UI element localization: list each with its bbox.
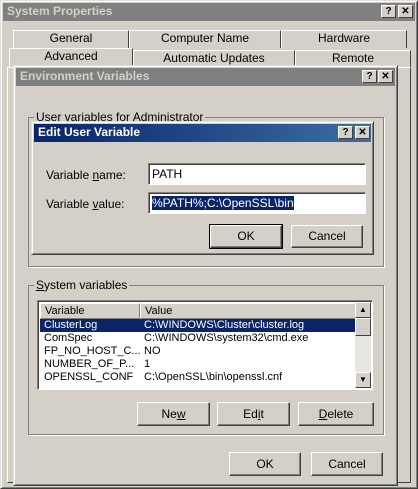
row-variable: ClusterLog [44, 319, 98, 331]
column-header-variable[interactable]: Variable [40, 303, 140, 319]
env-help-button[interactable]: ? [362, 70, 377, 83]
env-cancel-button[interactable]: Cancel [311, 452, 383, 476]
row-value: 1 [144, 358, 151, 370]
system-properties-title: System Properties [7, 4, 113, 18]
variable-value-input[interactable]: %PATH%;C:\OpenSSL\bin [148, 192, 366, 214]
env-ok-button[interactable]: OK [229, 452, 301, 476]
help-button[interactable]: ? [381, 5, 396, 18]
tab-computer-name[interactable]: Computer Name [129, 30, 281, 48]
delete-button[interactable]: Delete [298, 402, 374, 426]
row-value: C:\WINDOWS\system32\cmd.exe [144, 332, 309, 344]
edit-close-button[interactable]: ✕ [355, 126, 370, 139]
variable-value-label: Variable value: [46, 197, 125, 211]
env-vars-title: Environment Variables [20, 69, 150, 83]
variable-name-input[interactable]: PATH [148, 163, 366, 185]
table-row[interactable]: NUMBER_OF_P... 1 [40, 358, 356, 371]
edit-button[interactable]: Edit [217, 402, 290, 426]
edit-cancel-button[interactable]: Cancel [291, 225, 363, 248]
tab-general[interactable]: General [13, 30, 129, 48]
row-variable: ComSpec [44, 332, 93, 344]
system-variables-list[interactable]: Variable Value ClusterLog C:\WINDOWS\Clu… [37, 300, 373, 390]
env-vars-titlebar[interactable]: Environment Variables ? ✕ [16, 68, 395, 86]
table-row[interactable]: ComSpec C:\WINDOWS\system32\cmd.exe [40, 332, 356, 345]
row-variable: OPENSSL_CONF [44, 371, 134, 383]
system-variables-label: System variables [34, 278, 130, 292]
row-variable: FP_NO_HOST_C... [44, 345, 140, 357]
vertical-scrollbar[interactable]: ▲ ▼ [355, 302, 371, 388]
env-close-button[interactable]: ✕ [378, 70, 393, 83]
variable-value-selected-text: %PATH%;C:\OpenSSL\bin [152, 196, 294, 210]
scroll-down-icon[interactable]: ▼ [355, 372, 371, 388]
row-value: C:\OpenSSL\bin\openssl.cnf [144, 371, 283, 383]
new-button[interactable]: New [137, 402, 210, 426]
row-value: C:\WINDOWS\Cluster\cluster.log [144, 319, 305, 331]
tab-hardware[interactable]: Hardware [281, 30, 407, 48]
column-header-value[interactable]: Value [140, 303, 356, 319]
variable-name-label: Variable name: [46, 168, 126, 182]
row-variable: NUMBER_OF_P... [44, 358, 135, 370]
edit-help-button[interactable]: ? [338, 126, 353, 139]
table-row[interactable]: OPENSSL_CONF C:\OpenSSL\bin\openssl.cnf [40, 371, 356, 384]
scroll-thumb[interactable] [355, 318, 371, 336]
edit-var-titlebar[interactable]: Edit User Variable ? ✕ [34, 124, 371, 142]
edit-var-title: Edit User Variable [38, 125, 141, 139]
close-button[interactable]: ✕ [398, 5, 413, 18]
row-value: NO [144, 345, 161, 357]
edit-ok-button[interactable]: OK [209, 224, 283, 249]
system-properties-titlebar[interactable]: System Properties ? ✕ [3, 3, 415, 21]
table-row[interactable]: ClusterLog C:\WINDOWS\Cluster\cluster.lo… [40, 319, 356, 332]
scroll-up-icon[interactable]: ▲ [355, 302, 371, 318]
edit-user-variable-dialog: Edit User Variable ? ✕ Variable name: PA… [31, 121, 374, 255]
table-row[interactable]: FP_NO_HOST_C... NO [40, 345, 356, 358]
